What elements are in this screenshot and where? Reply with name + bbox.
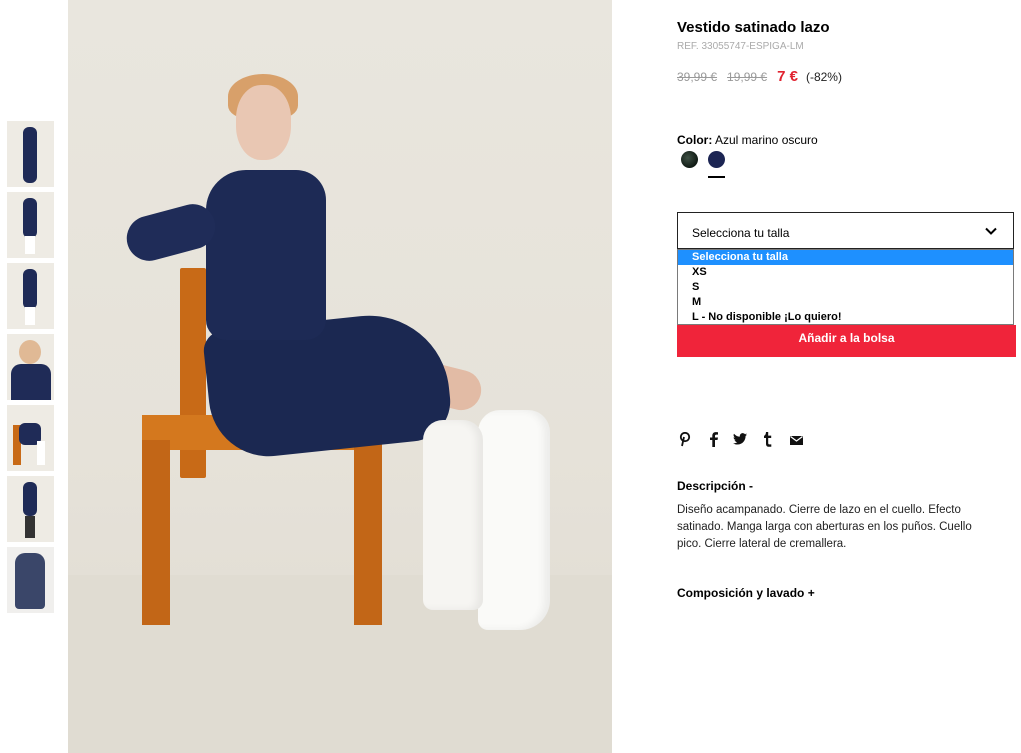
product-ref: REF. 33055747-ESPIGA-LM	[677, 41, 804, 52]
size-dropdown-list: Selecciona tu talla XS S M L - No dispon…	[677, 249, 1014, 325]
swatch-dark-green[interactable]	[681, 151, 698, 168]
color-value: Azul marino oscuro	[715, 133, 818, 147]
facebook-icon[interactable]	[709, 432, 718, 447]
current-price: 7 €	[777, 68, 798, 85]
thumbnail-gallery	[7, 121, 54, 618]
discount-badge: (-82%)	[805, 70, 842, 84]
tumblr-icon[interactable]	[763, 432, 772, 447]
original-price: 39,99 €	[677, 70, 718, 84]
thumbnail-2[interactable]	[7, 192, 54, 258]
thumbnail-4[interactable]	[7, 334, 54, 400]
size-option-m[interactable]: M	[678, 295, 1013, 310]
color-label-row: Color: Azul marino oscuro	[677, 133, 818, 147]
email-icon[interactable]	[790, 436, 803, 445]
size-select[interactable]: Selecciona tu talla	[677, 212, 1014, 249]
product-title: Vestido satinado lazo	[677, 19, 830, 36]
color-label: Color:	[677, 133, 713, 147]
price-row: 39,99 € 19,99 € 7 € (-82%)	[677, 68, 842, 85]
thumbnail-7[interactable]	[7, 547, 54, 613]
size-option[interactable]: Selecciona tu talla	[678, 250, 1013, 265]
product-photo	[68, 0, 612, 753]
size-option-l[interactable]: L - No disponible ¡Lo quiero!	[678, 310, 1013, 325]
composition-heading[interactable]: Composición y lavado +	[677, 586, 815, 600]
pinterest-icon[interactable]	[679, 432, 691, 447]
size-select-value: Selecciona tu talla	[692, 226, 790, 240]
previous-price: 19,99 €	[727, 70, 768, 84]
description-text: Diseño acampanado. Cierre de lazo en el …	[677, 504, 972, 550]
description-heading[interactable]: Descripción -	[677, 479, 753, 493]
chevron-down-icon	[985, 227, 997, 235]
twitter-icon[interactable]	[733, 433, 747, 445]
thumbnail-5[interactable]	[7, 405, 54, 471]
thumbnail-1[interactable]	[7, 121, 54, 187]
swatch-navy[interactable]	[708, 151, 725, 168]
thumbnail-6[interactable]	[7, 476, 54, 542]
selected-swatch-indicator	[708, 176, 725, 178]
size-option-s[interactable]: S	[678, 280, 1013, 295]
add-to-bag-button[interactable]: Añadir a la bolsa	[677, 325, 1016, 357]
thumbnail-3[interactable]	[7, 263, 54, 329]
size-option-xs[interactable]: XS	[678, 265, 1013, 280]
